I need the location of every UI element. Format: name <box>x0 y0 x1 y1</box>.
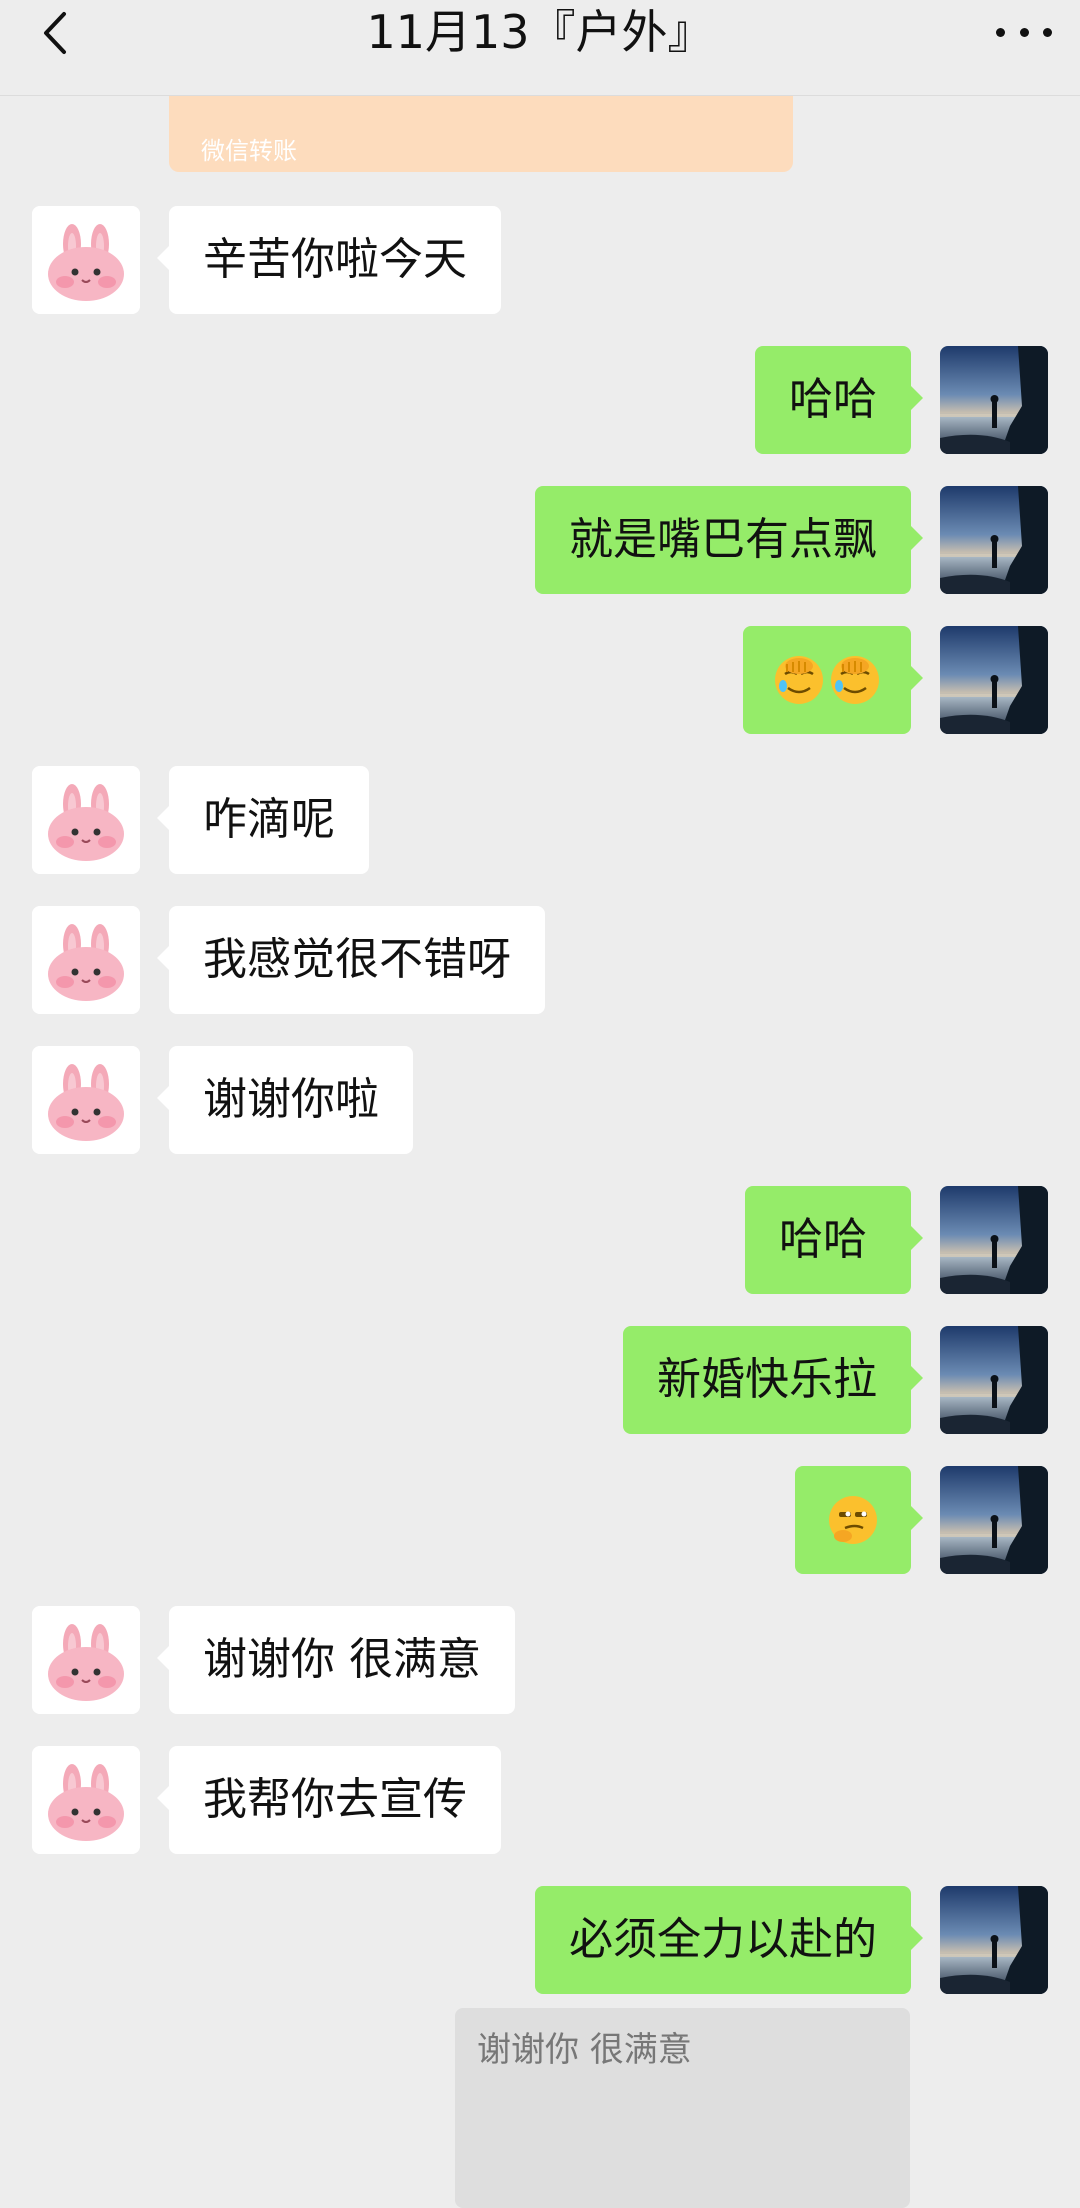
seaside-silhouette-avatar-icon <box>940 626 1048 734</box>
message-bubble[interactable]: 咋滴呢 <box>157 766 369 874</box>
message-row: 辛苦你啦今天 <box>0 206 1080 314</box>
wechat-transfer-card[interactable]: 微信转账 <box>169 95 793 172</box>
seaside-silhouette-avatar-icon <box>940 1466 1048 1574</box>
more-dots-icon <box>996 27 1005 37</box>
message-row: 我帮你去宣传 <box>0 1746 1080 1854</box>
message-row <box>0 1466 1080 1574</box>
quoted-message-text: 谢谢你 很满意 <box>477 2030 692 2070</box>
quoted-message-box[interactable]: 谢谢你 很满意 <box>455 2008 910 2208</box>
my-avatar[interactable] <box>940 1886 1048 1994</box>
message-row: 必须全力以赴的 <box>0 1886 1080 1994</box>
message-bubble[interactable]: 新婚快乐拉 <box>623 1326 923 1434</box>
message-row: 就是嘴巴有点飘 <box>0 486 1080 594</box>
more-button[interactable] <box>996 10 1052 54</box>
emoji-message-bubble[interactable] <box>743 626 923 734</box>
my-avatar[interactable] <box>940 486 1048 594</box>
message-row: 谢谢你 很满意 <box>0 1606 1080 1714</box>
bunny-avatar-icon <box>32 1746 140 1854</box>
contact-avatar[interactable] <box>32 1606 140 1714</box>
message-row: 我感觉很不错呀 <box>0 906 1080 1014</box>
message-row: 咋滴呢 <box>0 766 1080 874</box>
emoji-message-bubble[interactable] <box>795 1466 923 1574</box>
facepalm-emoji-icon <box>773 654 825 706</box>
contact-avatar[interactable] <box>32 766 140 874</box>
message-row <box>0 626 1080 734</box>
bunny-avatar-icon <box>32 906 140 1014</box>
contact-avatar[interactable] <box>32 1746 140 1854</box>
seaside-silhouette-avatar-icon <box>940 486 1048 594</box>
message-bubble[interactable]: 必须全力以赴的 <box>535 1886 923 1994</box>
contact-avatar[interactable] <box>32 206 140 314</box>
message-bubble[interactable]: 谢谢你啦 <box>157 1046 413 1154</box>
message-bubble[interactable]: 我帮你去宣传 <box>157 1746 501 1854</box>
chat-title: 11月13『户外』 <box>366 5 714 59</box>
bunny-avatar-icon <box>32 1046 140 1154</box>
message-bubble[interactable]: 谢谢你 很满意 <box>157 1606 515 1714</box>
seaside-silhouette-avatar-icon <box>940 1326 1048 1434</box>
my-avatar[interactable] <box>940 1466 1048 1574</box>
my-avatar[interactable] <box>940 1326 1048 1434</box>
message-bubble[interactable]: 就是嘴巴有点飘 <box>535 486 923 594</box>
message-row: 谢谢你啦 <box>0 1046 1080 1154</box>
seaside-silhouette-avatar-icon <box>940 1886 1048 1994</box>
bunny-avatar-icon <box>32 766 140 874</box>
message-bubble[interactable]: 哈哈 <box>755 346 923 454</box>
message-bubble[interactable]: 哈哈 <box>745 1186 923 1294</box>
facepalm-emoji-icon <box>829 654 881 706</box>
message-bubble[interactable]: 我感觉很不错呀 <box>157 906 545 1014</box>
seaside-silhouette-avatar-icon <box>940 1186 1048 1294</box>
contact-avatar[interactable] <box>32 1046 140 1154</box>
message-row: 新婚快乐拉 <box>0 1326 1080 1434</box>
message-row: 哈哈 <box>0 346 1080 454</box>
seaside-silhouette-avatar-icon <box>940 346 1048 454</box>
message-bubble[interactable]: 辛苦你啦今天 <box>157 206 501 314</box>
sly-smirk-emoji-icon <box>827 1494 879 1546</box>
bunny-avatar-icon <box>32 206 140 314</box>
bunny-avatar-icon <box>32 1606 140 1714</box>
my-avatar[interactable] <box>940 1186 1048 1294</box>
chat-header: 11月13『户外』 <box>0 0 1080 96</box>
my-avatar[interactable] <box>940 626 1048 734</box>
transfer-label: 微信转账 <box>201 137 297 165</box>
my-avatar[interactable] <box>940 346 1048 454</box>
message-row: 哈哈 <box>0 1186 1080 1294</box>
contact-avatar[interactable] <box>32 906 140 1014</box>
